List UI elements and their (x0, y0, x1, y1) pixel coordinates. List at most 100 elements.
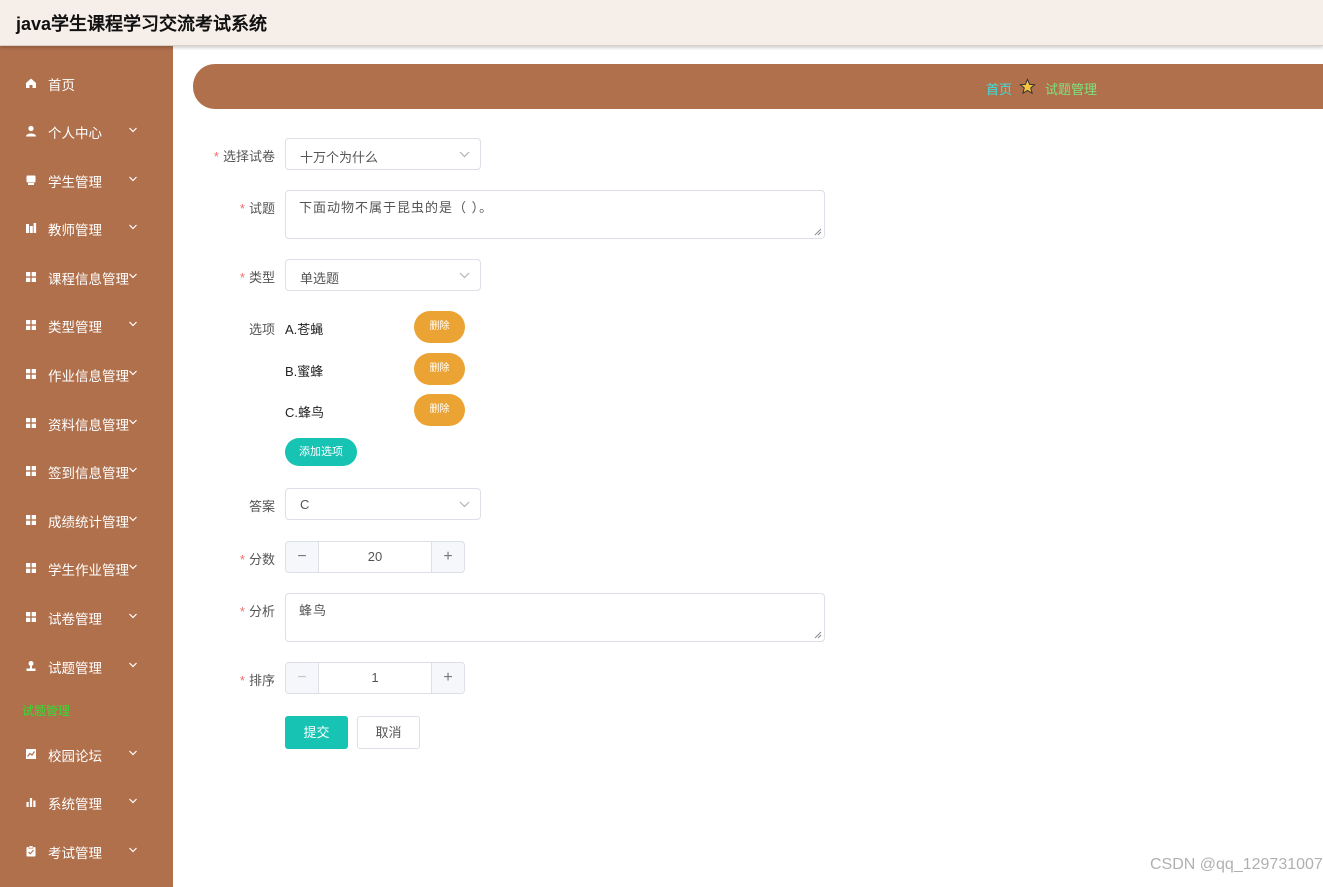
sidebar-item-label: 试卷管理 (48, 612, 102, 627)
sidebar-item-label: 作业信息管理 (48, 369, 129, 384)
sidebar-item[interactable]: 学生作业管理 (0, 548, 173, 588)
question-textarea[interactable]: 下面动物不属于昆虫的是（ ）。 (285, 190, 825, 239)
sidebar-item-label: 考试管理 (48, 846, 102, 861)
chevron-down-icon (129, 176, 137, 182)
add-option-button[interactable]: 添加选项 (285, 438, 357, 466)
star-icon (1019, 78, 1036, 95)
app-title: java学生课程学习交流考试系统 (16, 14, 268, 34)
delete-option-button[interactable]: 删除 (414, 394, 465, 426)
order-stepper[interactable]: − 1 + (285, 662, 465, 694)
chevron-down-icon (129, 370, 137, 376)
home-icon (26, 78, 36, 88)
user-icon (26, 125, 36, 137)
delete-option-button[interactable]: 删除 (414, 311, 465, 343)
chevron-down-icon (129, 419, 137, 425)
sidebar-item[interactable]: 校园论坛 (0, 734, 173, 774)
cancel-button[interactable]: 取消 (357, 716, 420, 749)
breadcrumb-current: 试题管理 (1045, 82, 1098, 97)
sidebar-item-label: 学生管理 (48, 175, 102, 190)
chevron-down-icon (129, 127, 137, 133)
sidebar-item[interactable]: 试卷管理 (0, 597, 173, 637)
watermark: CSDN @qq_1297310075 (1150, 856, 1323, 873)
grid-icon (26, 466, 36, 476)
chevron-down-icon (129, 564, 137, 570)
sidebar-item[interactable]: 学生管理 (0, 160, 173, 200)
submit-button[interactable]: 提交 (285, 716, 348, 749)
chevron-down-icon (129, 613, 137, 619)
increment-button[interactable]: + (431, 663, 464, 693)
resize-handle-icon[interactable] (814, 228, 822, 236)
sidebar-item-label: 试题管理 (48, 661, 102, 676)
chevron-down-icon (129, 847, 137, 853)
score-input[interactable]: 20 (319, 549, 431, 564)
sidebar-item-label: 类型管理 (48, 320, 102, 335)
sidebar-item[interactable]: 系统管理 (0, 782, 173, 822)
chevron-down-icon (129, 798, 137, 804)
grid-icon (26, 612, 36, 622)
sidebar-item-label: 个人中心 (48, 126, 102, 141)
sidebar-item-label: 学生作业管理 (48, 563, 129, 578)
breadcrumb-home[interactable]: 首页 (986, 79, 1012, 98)
type-label: * 类型 (239, 270, 275, 285)
analysis-label: * 分析 (239, 604, 275, 619)
sidebar-item-label: 成绩统计管理 (48, 515, 129, 530)
sidebar-item[interactable]: 考试管理 (0, 831, 173, 871)
sidebar-item[interactable]: 教师管理 (0, 208, 173, 248)
score-stepper[interactable]: − 20 + (285, 541, 465, 573)
chevron-down-icon (129, 467, 137, 473)
option-item: B.蜜蜂 (285, 364, 324, 379)
sidebar-subitem-active[interactable]: 试题管理 (22, 702, 70, 719)
answer-label: 答案 (248, 499, 275, 514)
sidebar-item-label: 首页 (48, 78, 75, 93)
decrement-button[interactable]: − (286, 663, 319, 693)
chevron-down-icon (129, 516, 137, 522)
chevron-down-icon (459, 151, 470, 158)
sidebar-item[interactable]: 类型管理 (0, 305, 173, 345)
type-select[interactable]: 单选题 (285, 259, 481, 291)
delete-option-button[interactable]: 删除 (414, 353, 465, 385)
sidebar-item[interactable]: 首页 (0, 63, 173, 103)
sidebar-item-label: 教师管理 (48, 223, 102, 238)
options-label: 选项 (248, 322, 275, 337)
sidebar-item[interactable]: 作业信息管理 (0, 354, 173, 394)
option-item: C.蜂鸟 (285, 405, 325, 420)
question-label: * 试题 (239, 201, 275, 216)
sidebar-item-label: 资料信息管理 (48, 418, 129, 433)
chevron-down-icon (129, 224, 137, 230)
chevron-down-icon (129, 662, 137, 668)
student-icon (26, 175, 36, 185)
decrement-button[interactable]: − (286, 542, 319, 572)
answer-select[interactable]: C (285, 488, 481, 520)
chevron-down-icon (129, 750, 137, 756)
sidebar-item[interactable]: 签到信息管理 (0, 451, 173, 491)
order-label: * 排序 (239, 673, 275, 688)
paper-label: * 选择试卷 (213, 149, 275, 164)
increment-button[interactable]: + (431, 542, 464, 572)
grid-icon (26, 515, 36, 525)
chevron-down-icon (129, 321, 137, 327)
sidebar-item[interactable]: 资料信息管理 (0, 403, 173, 443)
sidebar-item[interactable]: 个人中心 (0, 111, 173, 151)
chart-box-icon (26, 749, 36, 759)
sidebar-item[interactable]: 试题管理 (0, 646, 173, 686)
paper-select[interactable]: 十万个为什么 (285, 138, 481, 170)
sidebar-item[interactable]: 课程信息管理 (0, 257, 173, 297)
grid-icon (26, 563, 36, 573)
sidebar-item[interactable]: 成绩统计管理 (0, 500, 173, 540)
sidebar-item-label: 课程信息管理 (48, 272, 129, 287)
grid-icon (26, 272, 36, 282)
sidebar-item-label: 校园论坛 (48, 749, 102, 764)
chevron-down-icon (459, 272, 470, 279)
grid-icon (26, 320, 36, 330)
order-input[interactable]: 1 (319, 670, 431, 685)
analysis-textarea[interactable]: 蜂鸟 (285, 593, 825, 642)
chevron-down-icon (129, 273, 137, 279)
chevron-down-icon (459, 501, 470, 508)
sidebar-item-label: 签到信息管理 (48, 466, 129, 481)
teacher-icon (26, 223, 37, 233)
bar-chart-icon (26, 798, 36, 807)
top-bar: java学生课程学习交流考试系统 (0, 0, 1323, 46)
sidebar-item-label: 系统管理 (48, 797, 102, 812)
option-item: A.苍蝇 (285, 322, 324, 337)
resize-handle-icon[interactable] (814, 631, 822, 639)
